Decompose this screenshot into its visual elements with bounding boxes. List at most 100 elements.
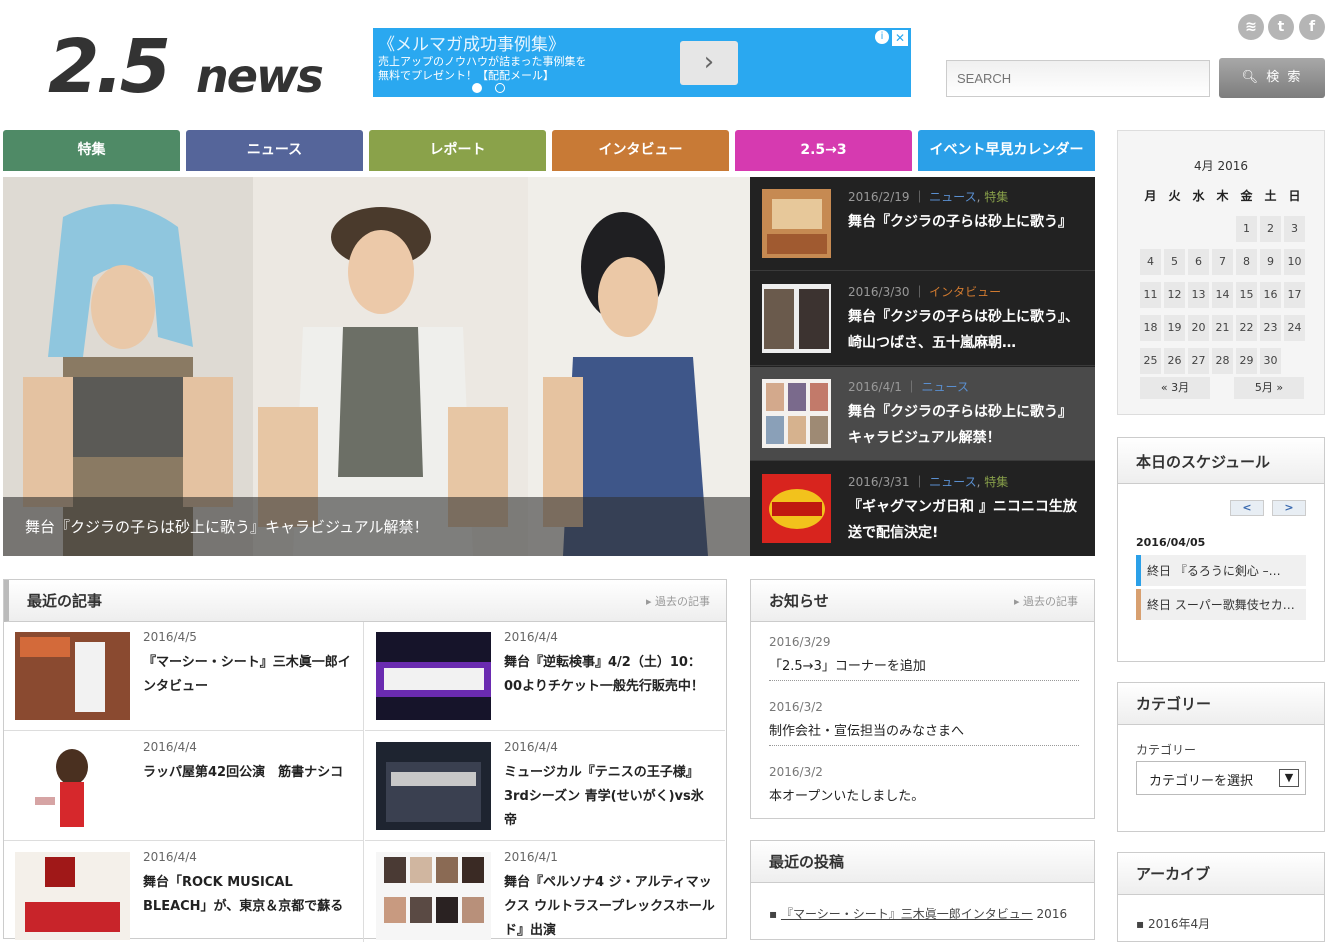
calendar-day[interactable]: 17 xyxy=(1284,282,1305,308)
calendar-day[interactable]: 21 xyxy=(1212,315,1233,341)
article-item[interactable]: 2016/4/4 舞台『逆転検事』4/2（土）10：00よりチケット一般先行販売… xyxy=(365,622,725,731)
article-title[interactable]: 舞台『ペルソナ4 ジ・アルティマックス ウルトラスープレックスホールド』出演 xyxy=(504,871,716,943)
category-select[interactable]: カテゴリーを選択 ▼ xyxy=(1136,761,1306,795)
feature-category-interview[interactable]: インタビュー xyxy=(929,285,1001,299)
ad-dot-active[interactable] xyxy=(472,83,482,93)
calendar-day[interactable]: 6 xyxy=(1188,249,1209,275)
schedule-event[interactable]: 終日 『るろうに剣心 –… xyxy=(1136,555,1306,586)
article-title[interactable]: 舞台「ROCK MUSICAL BLEACH」が、東京＆京都で蘇る xyxy=(143,871,355,919)
calendar-day[interactable]: 14 xyxy=(1212,282,1233,308)
calendar-day[interactable]: 22 xyxy=(1236,315,1257,341)
calendar-day[interactable]: 27 xyxy=(1188,348,1209,374)
feature-category-news[interactable]: ニュース xyxy=(922,380,969,394)
calendar-day[interactable]: 24 xyxy=(1284,315,1305,341)
calendar-day[interactable]: 16 xyxy=(1260,282,1281,308)
facebook-icon[interactable]: f xyxy=(1299,14,1325,40)
calendar-day[interactable]: 1 xyxy=(1236,216,1257,242)
calendar-day[interactable]: 5 xyxy=(1164,249,1185,275)
archive-header: アーカイブ xyxy=(1118,853,1324,895)
notice-past-link[interactable]: ▸ 過去の記事 xyxy=(1014,593,1078,609)
feature-title[interactable]: 舞台『クジラの子らは砂上に歌う』キャラビジュアル解禁！ xyxy=(848,399,1083,451)
notice-item[interactable]: 2016/3/29 「2.5→3」コーナーを追加 xyxy=(769,635,1079,681)
site-logo[interactable]: 2.5 news xyxy=(48,22,338,102)
article-item[interactable]: 2016/4/4 ミュージカル『テニスの王子様』3rdシーズン 青学(せいがく)… xyxy=(365,732,725,841)
calendar-next-month[interactable]: 5月 » xyxy=(1234,377,1304,399)
ad-close-icon[interactable]: ✕ xyxy=(892,30,908,46)
article-item[interactable]: 2016/4/1 舞台『ペルソナ4 ジ・アルティマックス ウルトラスープレックス… xyxy=(365,842,725,951)
feature-category-tokushu[interactable]: 特集 xyxy=(984,475,1008,489)
feature-title[interactable]: 『ギャグマンガ日和 』ニコニコ生放送で配信決定! xyxy=(848,494,1083,546)
recent-articles-panel: 最近の記事 ▸ 過去の記事 2016/4/5 『マーシー・シート』三木眞一郎イン… xyxy=(3,579,727,942)
calendar-day[interactable]: 15 xyxy=(1236,282,1257,308)
hero-caption[interactable]: 舞台『クジラの子らは砂上に歌う』キャラビジュアル解禁！ xyxy=(3,497,750,556)
calendar-day[interactable]: 25 xyxy=(1140,348,1161,374)
notice-text[interactable]: 「2.5→3」コーナーを追加 xyxy=(769,655,1079,674)
article-title[interactable]: ミュージカル『テニスの王子様』3rdシーズン 青学(せいがく)vs氷帝 xyxy=(504,761,716,833)
schedule-next-button[interactable]: > xyxy=(1272,500,1306,516)
calendar-day[interactable]: 23 xyxy=(1260,315,1281,341)
search-input[interactable] xyxy=(946,60,1210,97)
calendar-day[interactable]: 2 xyxy=(1260,216,1281,242)
ad-info-icon[interactable]: i xyxy=(875,30,889,44)
feature-meta: 2016/4/1 ｜ ニュース xyxy=(848,380,969,394)
calendar-day[interactable]: 4 xyxy=(1140,249,1161,275)
article-date: 2016/4/4 xyxy=(143,740,197,754)
feature-title[interactable]: 舞台『クジラの子らは砂上に歌う』、崎山つばさ、五十嵐麻朝… xyxy=(848,304,1083,356)
notice-text[interactable]: 制作会社・宣伝担当のみなさまへ xyxy=(769,720,1079,739)
notice-text[interactable]: 本オープンいたしました。 xyxy=(769,785,1079,804)
past-articles-link[interactable]: ▸ 過去の記事 xyxy=(646,593,710,609)
nav-2-5-to-3[interactable]: 2.5→3 xyxy=(735,130,912,171)
ad-dot[interactable] xyxy=(495,83,505,93)
feature-item-active[interactable]: 2016/4/1 ｜ ニュース 舞台『クジラの子らは砂上に歌う』キャラビジュアル… xyxy=(750,367,1095,461)
search-button[interactable]: 🔍︎ 検 索 xyxy=(1219,58,1325,98)
archive-link[interactable]: 2016年4月 xyxy=(1148,917,1210,931)
article-title[interactable]: 舞台『逆転検事』4/2（土）10：00よりチケット一般先行販売中！ xyxy=(504,651,716,699)
notice-item[interactable]: 2016/3/2 本オープンいたしました。 xyxy=(769,765,1079,811)
nav-event-calendar[interactable]: イベント早見カレンダー xyxy=(918,130,1095,171)
twitter-icon[interactable]: t xyxy=(1268,14,1294,40)
calendar-prev-month[interactable]: « 3月 xyxy=(1140,377,1210,399)
schedule-heading: 本日のスケジュール xyxy=(1136,453,1270,471)
calendar-day[interactable]: 26 xyxy=(1164,348,1185,374)
archive-item[interactable]: ▪ 2016年4月 xyxy=(1136,915,1210,932)
calendar-day[interactable]: 9 xyxy=(1260,249,1281,275)
nav-tokushu[interactable]: 特集 xyxy=(3,130,180,171)
ad-arrow-button[interactable]: › xyxy=(680,41,738,85)
feature-category-tokushu[interactable]: 特集 xyxy=(984,190,1008,204)
article-item[interactable]: 2016/4/4 舞台「ROCK MUSICAL BLEACH」が、東京＆京都で… xyxy=(4,842,364,951)
calendar-day[interactable]: 12 xyxy=(1164,282,1185,308)
schedule-event[interactable]: 終日 スーパー歌舞伎セカ… xyxy=(1136,589,1306,620)
feature-title[interactable]: 舞台『クジラの子らは砂上に歌う』 xyxy=(848,209,1083,235)
article-title[interactable]: ラッパ屋第42回公演 筋書ナシコ xyxy=(143,761,355,785)
schedule-prev-button[interactable]: < xyxy=(1230,500,1264,516)
calendar-day[interactable]: 19 xyxy=(1164,315,1185,341)
calendar-day[interactable]: 30 xyxy=(1260,348,1281,374)
calendar-day[interactable]: 20 xyxy=(1188,315,1209,341)
ad-banner[interactable]: 《メルマガ成功事例集》 売上アップのノウハウが詰まった事例集を 無料でプレゼント… xyxy=(373,28,911,97)
calendar-day[interactable]: 8 xyxy=(1236,249,1257,275)
notice-date: 2016/3/2 xyxy=(769,700,823,714)
calendar-day[interactable]: 3 xyxy=(1284,216,1305,242)
nav-report[interactable]: レポート xyxy=(369,130,546,171)
calendar-day[interactable]: 13 xyxy=(1188,282,1209,308)
article-item[interactable]: 2016/4/4 ラッパ屋第42回公演 筋書ナシコ xyxy=(4,732,364,841)
rss-icon[interactable]: ≋ xyxy=(1238,14,1264,40)
article-title[interactable]: 『マーシー・シート』三木眞一郎インタビュー xyxy=(143,651,355,699)
calendar-day[interactable]: 11 xyxy=(1140,282,1161,308)
recent-post-item[interactable]: ▪ 『マーシー・シート』三木眞一郎インタビュー 2016 xyxy=(769,905,1067,922)
feature-category-news[interactable]: ニュース xyxy=(929,475,976,489)
feature-category-news[interactable]: ニュース xyxy=(929,190,976,204)
article-item[interactable]: 2016/4/5 『マーシー・シート』三木眞一郎インタビュー xyxy=(4,622,364,731)
calendar-day[interactable]: 28 xyxy=(1212,348,1233,374)
calendar-day[interactable]: 18 xyxy=(1140,315,1161,341)
notice-item[interactable]: 2016/3/2 制作会社・宣伝担当のみなさまへ xyxy=(769,700,1079,746)
nav-news[interactable]: ニュース xyxy=(186,130,363,171)
feature-item[interactable]: 2016/3/30 ｜ インタビュー 舞台『クジラの子らは砂上に歌う』、崎山つば… xyxy=(750,272,1095,366)
feature-item[interactable]: 2016/3/31 ｜ ニュース, 特集 『ギャグマンガ日和 』ニコニコ生放送で… xyxy=(750,462,1095,556)
recent-post-link[interactable]: 『マーシー・シート』三木眞一郎インタビュー xyxy=(781,907,1033,921)
calendar-day[interactable]: 10 xyxy=(1284,249,1305,275)
calendar-day[interactable]: 7 xyxy=(1212,249,1233,275)
calendar-day[interactable]: 29 xyxy=(1236,348,1257,374)
feature-item[interactable]: 2016/2/19 ｜ ニュース, 特集 舞台『クジラの子らは砂上に歌う』 xyxy=(750,177,1095,271)
nav-interview[interactable]: インタビュー xyxy=(552,130,729,171)
